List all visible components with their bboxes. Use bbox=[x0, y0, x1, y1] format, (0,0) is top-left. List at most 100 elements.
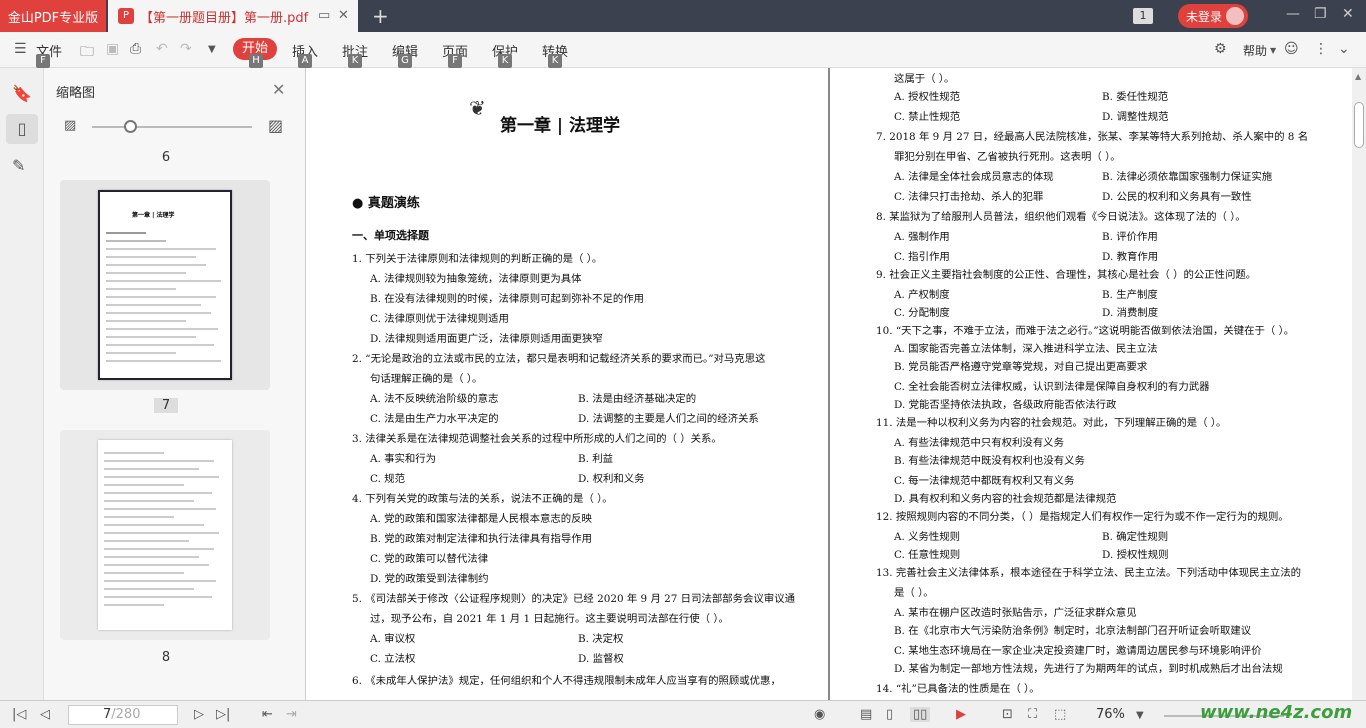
redo-icon[interactable]: ↷ bbox=[180, 41, 192, 57]
image-small-icon[interactable]: ▨ bbox=[64, 118, 76, 133]
tab-convert-key: K bbox=[548, 54, 562, 68]
title-bar: 金山PDF专业版 P 【第一册题目册】第一册.pdf ▭ ✕ + 1 未登录 —… bbox=[0, 0, 1366, 32]
right-text-line: D. 党能否坚持依法执政，各级政府能否依法行政 bbox=[894, 399, 1117, 411]
document-view[interactable]: ❦ 第一章 | 法理学 ● 真题演练 一、单项选择题 1. 下列关于法律原则和法… bbox=[306, 68, 1352, 700]
fit-width-icon[interactable]: ⬚ bbox=[1054, 707, 1066, 722]
first-page-icon[interactable]: |◁ bbox=[12, 707, 26, 722]
right-text-line: A. 法律是全体社会成员意志的体现 bbox=[894, 171, 1054, 183]
page-number-input[interactable]: 7/280 bbox=[68, 705, 178, 725]
eye-protect-icon[interactable]: ◉ bbox=[814, 707, 825, 722]
thumbnail-size-slider[interactable] bbox=[92, 126, 252, 128]
login-button[interactable]: 未登录 bbox=[1178, 4, 1248, 28]
last-page-icon[interactable]: ▷| bbox=[216, 707, 230, 722]
left-text-line: B. 法是由经济基础决定的 bbox=[578, 393, 697, 405]
right-text-line: 11. 法是一种以权利义务为内容的社会规范。对此，下列理解正确的是（ ）。 bbox=[876, 417, 1227, 429]
slider-knob[interactable] bbox=[124, 120, 137, 133]
right-text-line: D. 某省为制定一部地方性法规，先进行了为期两年的试点，到时机成熟后才出台法规 bbox=[894, 663, 1283, 675]
undo-icon[interactable]: ↶ bbox=[156, 41, 168, 57]
close-tab-icon[interactable]: ✕ bbox=[338, 8, 349, 23]
right-text-line: C. 每一法律规范中都既有权利又有义务 bbox=[894, 475, 1075, 487]
ribbon-toolbar: ☰ 文件 F 🗀 ▣ ⎙ ↶ ↷ ▼ 开始 H 插入 A 批注 K 编辑 G 页… bbox=[0, 32, 1366, 68]
close-window-icon[interactable]: ✕ bbox=[1342, 6, 1354, 22]
left-text-line: 过，现予公布，自 2021 年 1 月 1 日起施行。这主要说明司法部在行使（ … bbox=[370, 613, 729, 625]
thumbnail-view-icon[interactable]: ▯ bbox=[6, 114, 38, 144]
left-text-line: A. 事实和行为 bbox=[370, 453, 437, 465]
print-icon[interactable]: ⎙ bbox=[130, 41, 141, 57]
tab-annotate-key: K bbox=[348, 54, 362, 68]
scrollbar-thumb[interactable] bbox=[1354, 102, 1364, 148]
thumbnail-page-8[interactable] bbox=[60, 430, 270, 640]
right-text-line: A. 有些法律规范中只有权利没有义务 bbox=[894, 437, 1064, 449]
left-text-line: A. 法律规则较为抽象笼统，法律原则更为具体 bbox=[370, 273, 582, 285]
right-text-line: D. 消费制度 bbox=[1102, 307, 1159, 319]
minimize-icon[interactable]: — bbox=[1286, 6, 1300, 22]
back-view-icon[interactable]: ⇤ bbox=[262, 707, 273, 722]
prev-page-icon[interactable]: ◁ bbox=[40, 707, 50, 722]
feedback-icon[interactable]: ☺ bbox=[1284, 41, 1299, 57]
scroll-up-icon[interactable]: ▲ bbox=[1355, 72, 1361, 81]
fit-page-icon[interactable]: ⛶ bbox=[1028, 707, 1037, 722]
right-text-line: 13. 完善社会主义法律体系，根本途径在于科学立法、民主立法。下列活动中体现民主… bbox=[876, 567, 1302, 579]
thumbnail-panel-title: 缩略图 bbox=[56, 86, 96, 101]
single-page-view-icon[interactable]: ▤ bbox=[860, 707, 872, 722]
right-text-line: D. 教育作用 bbox=[1102, 251, 1159, 263]
restore-tab-icon[interactable]: ▭ bbox=[318, 8, 330, 23]
page-right: 这属于（ ）。 A. 授权性规范 B. 委任性规范 C. 禁止性规范 D. 调整性规范 7… bbox=[830, 68, 1352, 700]
signature-icon[interactable]: ✎ bbox=[12, 156, 25, 175]
quick-access-dropdown-icon[interactable]: ▼ bbox=[208, 44, 216, 55]
settings-icon[interactable]: ⚙ bbox=[1214, 41, 1227, 57]
menu-icon[interactable]: ☰ bbox=[14, 41, 27, 57]
play-icon[interactable]: ▶ bbox=[956, 707, 966, 722]
tab-page-key: F bbox=[448, 54, 462, 68]
open-folder-icon[interactable]: 🗀 bbox=[80, 41, 94, 65]
continuous-view-icon[interactable]: ▯ bbox=[886, 707, 893, 722]
right-text-line: A. 强制作用 bbox=[894, 231, 950, 243]
next-page-icon[interactable]: ▷ bbox=[194, 707, 204, 722]
tab-home-key: H bbox=[249, 54, 263, 68]
thumb-heading: 第一章 | 法理学 bbox=[132, 212, 175, 219]
more-icon[interactable]: ⋮ bbox=[1314, 41, 1328, 57]
zoom-level[interactable]: 76% bbox=[1096, 707, 1125, 722]
left-text-line: 3. 法律关系是在法律规范调整社会关系的过程中所形成的人们之间的（ ）关系。 bbox=[352, 433, 722, 445]
right-text-line: C. 法律只打击抢劫、杀人的犯罪 bbox=[894, 191, 1044, 203]
help-menu[interactable]: 帮助 bbox=[1243, 42, 1267, 59]
right-text-line: 是（ ）。 bbox=[894, 587, 934, 599]
left-text-line: D. 法调整的主要是人们之间的经济关系 bbox=[578, 413, 759, 425]
left-text-line: C. 法律原则优于法律规则适用 bbox=[370, 313, 509, 325]
right-text-line: A. 某市在棚户区改造时张贴告示，广泛征求群众意见 bbox=[894, 607, 1137, 619]
left-text-line: 1. 下列关于法律原则和法律规则的判断正确的是（ ）。 bbox=[352, 253, 603, 265]
right-text-line: D. 调整性规范 bbox=[1102, 111, 1169, 123]
left-text-line: C. 党的政策可以替代法律 bbox=[370, 553, 489, 565]
forward-view-icon[interactable]: ⇥ bbox=[286, 707, 297, 722]
thumb-page-number: 8 bbox=[161, 650, 171, 665]
close-panel-icon[interactable]: ✕ bbox=[272, 80, 285, 99]
app-tab[interactable]: 金山PDF专业版 bbox=[0, 0, 106, 32]
section-title-text: 真题演练 bbox=[367, 196, 420, 211]
file-key-hint: F bbox=[36, 54, 50, 68]
left-text-line: D. 监督权 bbox=[578, 653, 624, 665]
help-dropdown-icon[interactable]: ▼ bbox=[1270, 46, 1276, 55]
right-text-line: B. 法律必须依靠国家强制力保证实施 bbox=[1102, 171, 1273, 183]
right-text-line: 12. 按照规则内容的不同分类，（ ）是指规定人们有权作一定行为或不作一定行为的… bbox=[876, 511, 1289, 523]
sprout-icon: ❦ bbox=[469, 96, 486, 120]
restore-window-icon[interactable]: ❐ bbox=[1314, 6, 1327, 22]
double-page-view-icon[interactable]: ▯▯ bbox=[910, 707, 931, 722]
actual-size-icon[interactable]: ⊡ bbox=[1002, 707, 1013, 722]
thumbnail-page-7[interactable]: 第一章 | 法理学 bbox=[60, 180, 270, 390]
document-tab[interactable]: P 【第一册题目册】第一册.pdf ▭ ✕ bbox=[108, 0, 358, 32]
right-text-line: C. 某地生态环境局在一家企业决定投资建厂时，邀请周边居民参与环境影响评价 bbox=[894, 645, 1262, 657]
left-text-line: D. 法律规则适用面更广泛，法律原则适用面更狭窄 bbox=[370, 333, 603, 345]
tab-edit-key: G bbox=[398, 54, 412, 68]
left-text-line: 5. 《司法部关于修改〈公证程序规则〉的决定》已经 2020 年 9 月 27 … bbox=[352, 593, 795, 605]
bookmark-icon[interactable]: 🔖 bbox=[12, 84, 32, 103]
zoom-dropdown-icon[interactable]: ▼ bbox=[1136, 710, 1144, 721]
right-text-line: C. 全社会能否树立法律权威，认识到法律是保障自身权利的有力武器 bbox=[894, 381, 1210, 393]
image-large-icon[interactable]: ▨ bbox=[268, 116, 283, 135]
vertical-scrollbar[interactable]: ▲ bbox=[1352, 68, 1366, 700]
right-text-line: B. 评价作用 bbox=[1102, 231, 1158, 243]
save-icon[interactable]: ▣ bbox=[106, 41, 119, 57]
left-text-line: 2. “无论是政治的立法或市民的立法，都只是表明和记载经济关系的要求而已。”对马… bbox=[352, 353, 766, 365]
collapse-ribbon-icon[interactable]: ⌄ bbox=[1338, 41, 1350, 57]
new-tab-button[interactable]: + bbox=[372, 4, 389, 28]
right-text-line: B. 委任性规范 bbox=[1102, 91, 1169, 103]
